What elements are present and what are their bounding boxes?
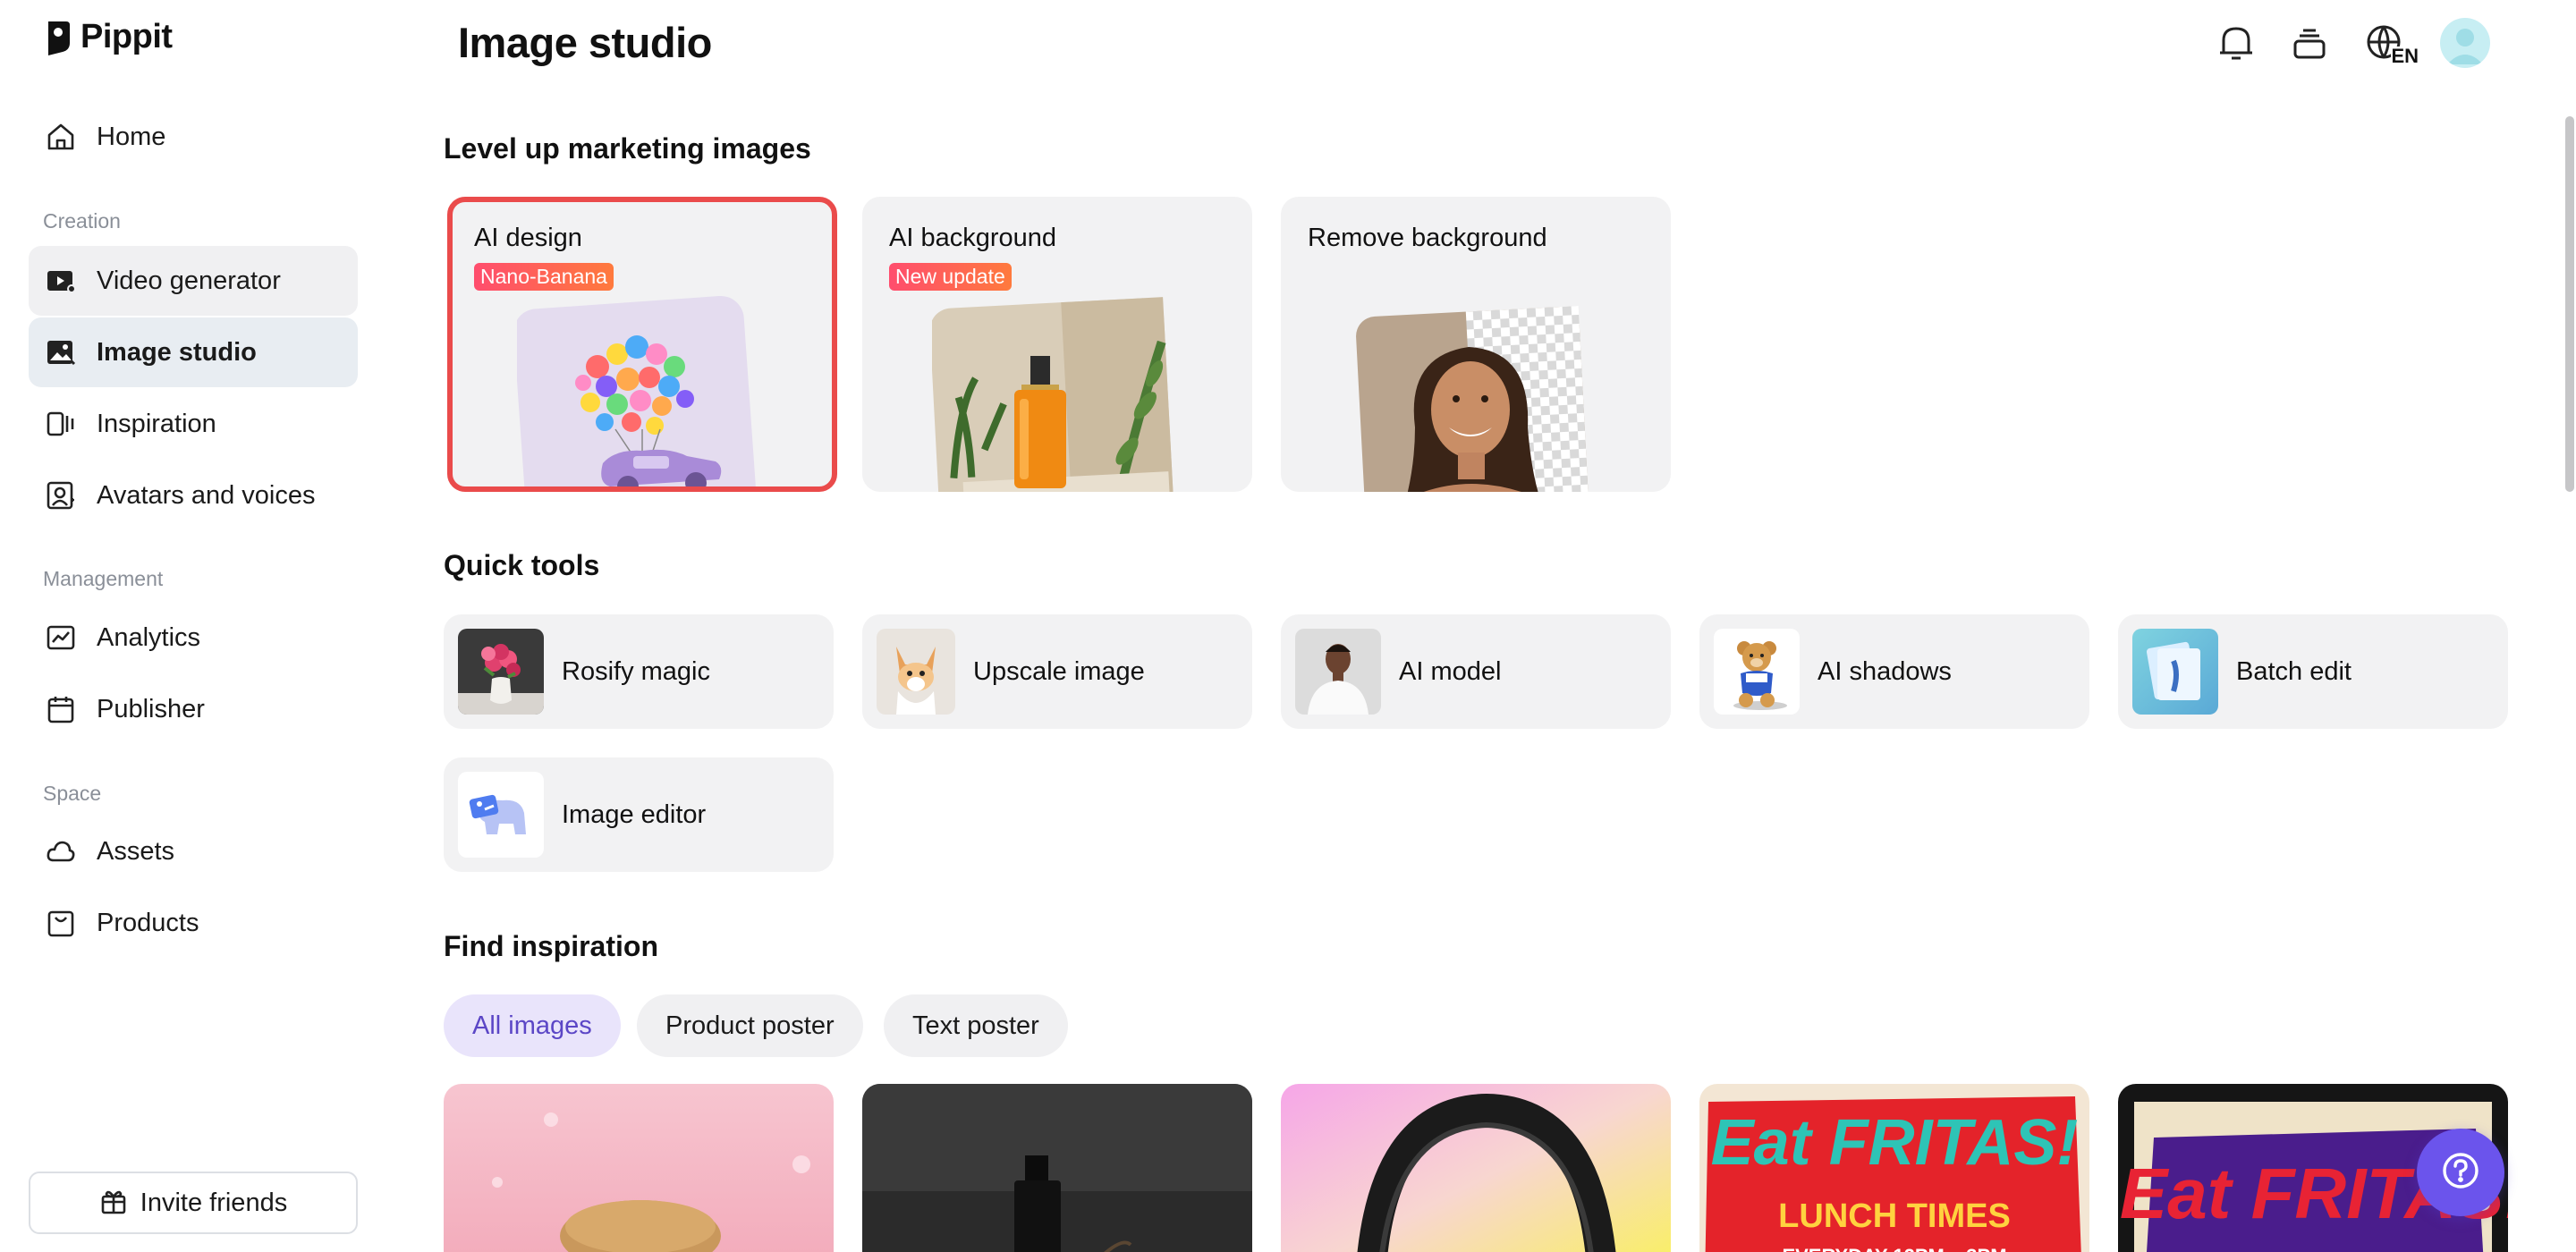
ai-shadows-thumbnail	[1714, 629, 1800, 715]
calendar-icon	[45, 693, 77, 725]
sidebar-item-publisher[interactable]: Publisher	[29, 674, 358, 744]
section-title-marketing: Level up marketing images	[444, 132, 811, 165]
help-button[interactable]	[2417, 1129, 2504, 1216]
image-editor-thumbnail	[458, 772, 544, 858]
inspiration-image-fritas-poster: Eat FRITAS! LUNCH TIMES EVERYDAY 12PM – …	[1699, 1084, 2089, 1252]
app-logo[interactable]: Pippit	[45, 18, 173, 56]
sidebar-item-label: Inspiration	[97, 409, 216, 438]
section-label-management: Management	[43, 567, 164, 590]
badge-nano-banana: Nano-Banana	[474, 263, 614, 291]
filter-all-images[interactable]: All images	[444, 994, 621, 1057]
tool-upscale-image[interactable]: Upscale image	[862, 614, 1252, 729]
poster-headline: Eat FRITAS!	[1711, 1107, 2079, 1179]
ai-background-preview-image	[932, 297, 1174, 492]
sidebar-item-label: Home	[97, 122, 166, 151]
tool-label: AI model	[1399, 656, 1502, 686]
tool-label: Batch edit	[2236, 656, 2351, 686]
video-generator-icon	[45, 265, 77, 297]
sidebar-item-assets[interactable]: Assets	[29, 816, 358, 886]
sidebar-item-avatars-voices[interactable]: Avatars and voices	[29, 461, 358, 530]
poster-subtitle: LUNCH TIMES	[1778, 1197, 2011, 1235]
feature-card-ai-background[interactable]: AI background New update	[862, 197, 1252, 492]
sidebar-item-label: Video generator	[97, 266, 281, 295]
filter-product-poster[interactable]: Product poster	[637, 994, 863, 1057]
tool-ai-model[interactable]: AI model	[1281, 614, 1671, 729]
inspiration-card[interactable]	[862, 1084, 1252, 1252]
tool-label: AI shadows	[1818, 656, 1952, 686]
cloud-icon	[45, 835, 77, 867]
inspiration-card[interactable]	[444, 1084, 834, 1252]
sidebar-item-label: Products	[97, 908, 199, 937]
avatar[interactable]	[2440, 18, 2490, 68]
tool-ai-shadows[interactable]: AI shadows	[1699, 614, 2089, 729]
bag-icon	[45, 907, 77, 939]
sidebar-item-products[interactable]: Products	[29, 888, 358, 958]
upscale-image-thumbnail	[877, 629, 955, 715]
image-studio-icon	[45, 336, 77, 368]
ai-design-preview-image	[517, 295, 756, 486]
help-icon	[2441, 1151, 2480, 1195]
badge-new-update: New update	[889, 263, 1012, 291]
sidebar-item-label: Image studio	[97, 337, 257, 367]
tool-label: Rosify magic	[562, 656, 710, 686]
feature-card-remove-background[interactable]: Remove background	[1281, 197, 1671, 492]
tool-label: Image editor	[562, 799, 707, 829]
home-icon	[45, 121, 77, 153]
layers-icon[interactable]	[2286, 20, 2333, 66]
sidebar-item-home[interactable]: Home	[29, 102, 358, 172]
card-title: AI background	[889, 224, 1057, 252]
gift-icon	[99, 1187, 128, 1220]
section-title-quick-tools: Quick tools	[444, 549, 600, 581]
inspiration-icon	[45, 408, 77, 440]
inspiration-image-headphones	[1281, 1084, 1671, 1252]
tool-rosify-magic[interactable]: Rosify magic	[444, 614, 834, 729]
poster-hours: EVERYDAY 12PM – 3PM	[1782, 1245, 2006, 1252]
tool-label: Upscale image	[973, 656, 1145, 686]
sidebar-item-image-studio[interactable]: Image studio	[29, 317, 358, 387]
tool-image-editor[interactable]: Image editor	[444, 757, 834, 872]
sidebar-item-video-generator[interactable]: Video generator	[29, 246, 358, 316]
inspiration-image-perfume	[862, 1084, 1252, 1252]
tool-batch-edit[interactable]: Batch edit	[2118, 614, 2508, 729]
invite-friends-button[interactable]: Invite friends	[29, 1172, 358, 1234]
sidebar-item-label: Assets	[97, 836, 175, 866]
rosify-magic-thumbnail	[458, 629, 544, 715]
app-name: Pippit	[80, 18, 173, 55]
language-code: EN	[2391, 45, 2419, 67]
invite-friends-label: Invite friends	[140, 1188, 288, 1217]
page-title: Image studio	[458, 19, 712, 66]
filter-text-poster[interactable]: Text poster	[884, 994, 1068, 1057]
pippit-logo-icon	[45, 20, 72, 55]
sidebar-item-inspiration[interactable]: Inspiration	[29, 389, 358, 459]
inspiration-image-pink-jar	[444, 1084, 834, 1252]
batch-edit-thumbnail	[2132, 629, 2218, 715]
section-label-creation: Creation	[43, 209, 121, 233]
card-title: AI design	[474, 224, 582, 252]
sidebar-item-analytics[interactable]: Analytics	[29, 603, 358, 673]
analytics-icon	[45, 622, 77, 654]
inspiration-card[interactable]: Eat FRITAS! LUNCH TIMES EVERYDAY 12PM – …	[1699, 1084, 2089, 1252]
sidebar-item-label: Publisher	[97, 694, 205, 723]
sidebar: Pippit Home Creation Video generator Ima…	[0, 0, 386, 1252]
feature-card-ai-design[interactable]: AI design Nano-Banana	[447, 197, 837, 492]
section-label-space: Space	[43, 782, 102, 805]
inspiration-card[interactable]	[1281, 1084, 1671, 1252]
sidebar-item-label: Avatars and voices	[97, 480, 316, 510]
header-actions: EN	[2213, 18, 2490, 68]
sidebar-item-label: Analytics	[97, 622, 201, 652]
section-title-inspiration: Find inspiration	[444, 930, 658, 962]
bell-icon[interactable]	[2213, 20, 2259, 66]
avatar-icon	[45, 479, 77, 512]
language-icon[interactable]: EN	[2360, 20, 2419, 66]
remove-background-preview-image	[1356, 305, 1589, 492]
scrollbar[interactable]	[2565, 116, 2574, 492]
ai-model-thumbnail	[1295, 629, 1381, 715]
card-title: Remove background	[1308, 224, 1547, 252]
